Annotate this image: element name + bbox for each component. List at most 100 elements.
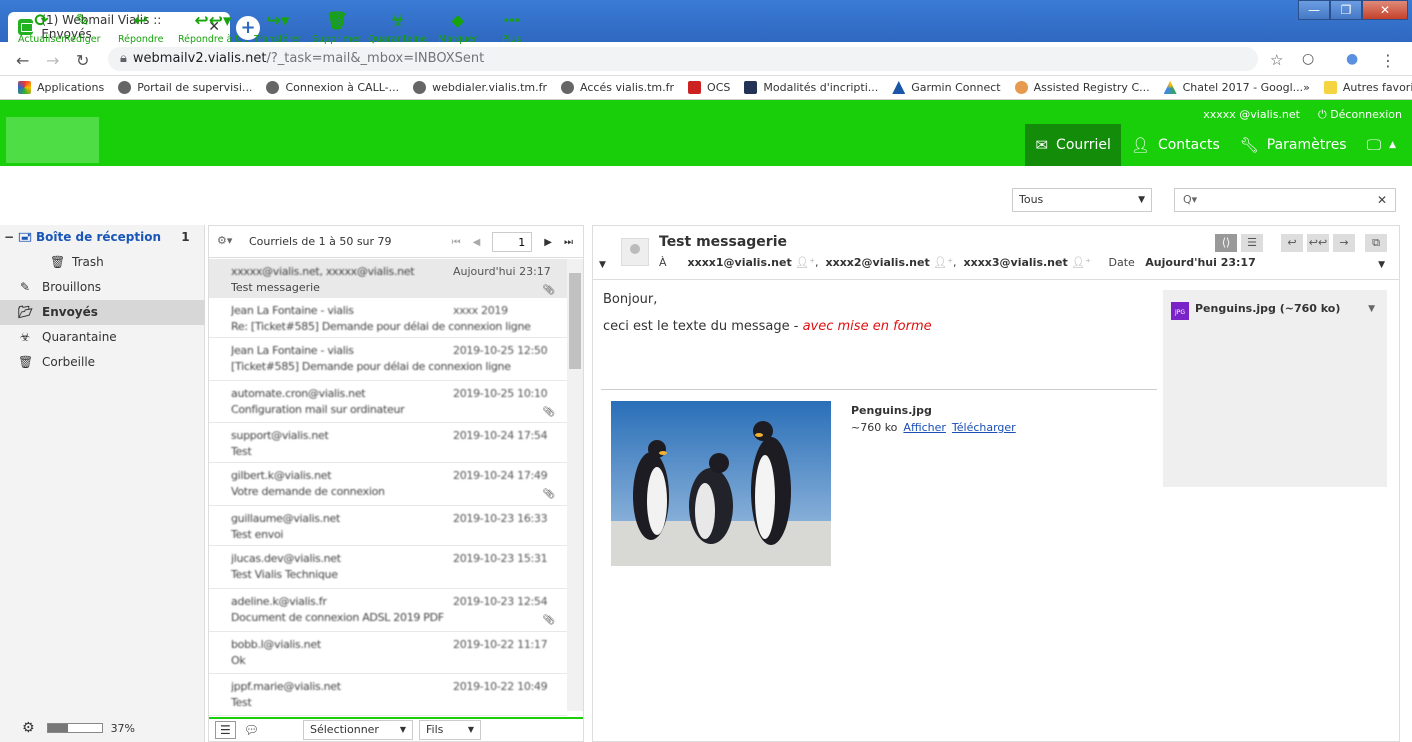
table-row[interactable]: gilbert.k@vialis.net 2019-10-24 17:49 Votr… bbox=[209, 463, 567, 506]
gear-icon[interactable]: ⚙ bbox=[22, 720, 35, 736]
bookmarks-more[interactable]: » bbox=[1303, 81, 1310, 94]
view-attachment-link[interactable]: Afficher bbox=[903, 421, 945, 434]
folder-sent[interactable]: 📂︎ Envoyés bbox=[0, 300, 205, 325]
bookmark-item[interactable]: Connexion à CALL-... bbox=[266, 81, 399, 94]
folder-drafts[interactable]: ✎ Brouillons bbox=[0, 275, 205, 300]
delete-button[interactable]: 🗑︎ Supprimer bbox=[312, 10, 362, 45]
logout-link[interactable]: ⏻ Déconnexion bbox=[1318, 108, 1402, 122]
add-contact-icon[interactable]: 👤︎⁺ bbox=[795, 256, 815, 269]
nav-settings[interactable]: 🔧︎ Paramètres bbox=[1230, 124, 1357, 166]
recipient[interactable]: xxxx2@vialis.net bbox=[826, 256, 930, 269]
bookmark-item[interactable]: Garmin Connect bbox=[892, 81, 1001, 94]
prev-page-icon[interactable]: ◀ bbox=[473, 237, 481, 248]
reply-all-button[interactable]: ↩↩▾ Répondre à t... bbox=[178, 10, 248, 45]
table-row[interactable]: guillaume@vialis.net 2019-10-23 16:33 Test… bbox=[209, 506, 567, 546]
reply-all-icon[interactable]: ↩↩ bbox=[1307, 234, 1329, 252]
collapse-icon[interactable]: − bbox=[2, 225, 16, 250]
tag-icon: ⬥ bbox=[451, 11, 464, 31]
other-bookmarks[interactable]: Autres favoris bbox=[1323, 81, 1412, 94]
folder-quarantine[interactable]: ☣ Quarantaine bbox=[0, 325, 205, 350]
clear-search-icon[interactable]: ✕ bbox=[1377, 189, 1387, 211]
download-attachment-link[interactable]: Télécharger bbox=[952, 421, 1016, 434]
next-page-icon[interactable]: ▶ bbox=[544, 237, 552, 248]
list-view-icon[interactable]: ☰ bbox=[215, 721, 236, 739]
forward-button[interactable]: ↪▾ Transférer bbox=[254, 10, 302, 45]
table-row[interactable]: bobb.l@vialis.net 2019-10-22 11:17 Ok bbox=[209, 632, 567, 674]
power-icon: ⏻ bbox=[1317, 108, 1331, 121]
bookmark-item[interactable]: webdialer.vialis.tm.fr bbox=[413, 81, 547, 94]
expand-header-icon[interactable]: ▼ bbox=[599, 260, 606, 270]
folder-trash-sub[interactable]: 🗑︎ Trash bbox=[0, 250, 205, 275]
forward-icon[interactable]: → bbox=[46, 51, 59, 70]
apps-grid-icon bbox=[18, 81, 31, 94]
globe-icon bbox=[413, 81, 427, 94]
bookmark-item[interactable]: Modalités d'incripti... bbox=[744, 81, 878, 94]
table-row[interactable]: Jean La Fontaine - vialis 2019-10-25 12:5… bbox=[209, 338, 567, 381]
refresh-button[interactable]: ⟳ Actualiser bbox=[18, 10, 65, 45]
bookmark-item[interactable]: Assisted Registry C... bbox=[1014, 81, 1150, 94]
quarantine-button[interactable]: ☣ Quarantaine bbox=[368, 10, 427, 45]
recipient[interactable]: xxxx1@vialis.net bbox=[688, 256, 792, 269]
add-contact-icon[interactable]: 👤︎⁺ bbox=[933, 256, 953, 269]
folder-bin[interactable]: 🗑︎ Corbeille bbox=[0, 350, 205, 375]
threads-dropdown[interactable]: Fils ▼ bbox=[419, 720, 481, 740]
select-dropdown[interactable]: Sélectionner ▼ bbox=[303, 720, 413, 740]
table-row[interactable]: xxxxx@vialis.net, xxxxx@vialis.net Aujour… bbox=[209, 259, 567, 298]
chevron-down-icon[interactable]: ▼ bbox=[1368, 304, 1375, 314]
table-row[interactable]: jppf.marie@vialis.net 2019-10-22 10:49 Tes… bbox=[209, 674, 567, 716]
table-row[interactable]: automate.cron@vialis.net 2019-10-25 10:10… bbox=[209, 381, 567, 423]
bookmark-item[interactable]: Chatel 2017 - Googl... bbox=[1163, 81, 1303, 94]
nav-contacts[interactable]: 👤︎ Contacts bbox=[1121, 124, 1230, 166]
lock-icon: 🔒︎ bbox=[120, 51, 127, 66]
nav-display[interactable]: 🖵︎ ▲ bbox=[1357, 124, 1412, 166]
filter-select[interactable]: Tous ▼ bbox=[1012, 188, 1152, 212]
top-navigation: ✉ Courriel 👤︎ Contacts 🔧︎ Paramètres 🖵︎ ▲ bbox=[1025, 124, 1412, 166]
list-options-icon[interactable]: ⚙▾ bbox=[217, 234, 232, 247]
bookmark-item[interactable]: Accés vialis.tm.fr bbox=[561, 81, 674, 94]
scrollbar-thumb[interactable] bbox=[569, 273, 581, 369]
row-from: bobb.l@vialis.net bbox=[231, 638, 321, 651]
thread-view-icon[interactable]: 💬︎ bbox=[244, 723, 259, 737]
minimize-icon[interactable]: — bbox=[1298, 0, 1330, 20]
open-window-icon[interactable]: ⧉ bbox=[1365, 234, 1387, 252]
forward-arrow-icon[interactable]: → bbox=[1333, 234, 1355, 252]
maximize-icon[interactable]: ❐ bbox=[1330, 0, 1362, 20]
page-input[interactable] bbox=[492, 232, 533, 252]
back-icon[interactable]: ← bbox=[16, 51, 29, 70]
list-scrollbar[interactable] bbox=[567, 259, 583, 711]
table-row[interactable]: support@vialis.net 2019-10-24 17:54 Test bbox=[209, 423, 567, 463]
source-view-icon[interactable]: ⟨⟩ bbox=[1215, 234, 1237, 252]
reply-icon[interactable]: ↩ bbox=[1281, 234, 1303, 252]
window-close-icon[interactable]: ✕ bbox=[1362, 0, 1408, 20]
row-date: 2019-10-23 15:31 bbox=[453, 552, 548, 565]
bookmark-apps[interactable]: Applications bbox=[18, 81, 104, 94]
reload-icon[interactable]: ↻ bbox=[76, 51, 89, 70]
more-options-icon[interactable]: ▼ bbox=[1378, 260, 1385, 270]
url-field[interactable]: 🔒︎ webmailv2.vialis.net/?_task=mail&_mbox… bbox=[108, 47, 1258, 71]
nav-mail[interactable]: ✉ Courriel bbox=[1025, 124, 1121, 166]
reply-button[interactable]: ↩ Répondre bbox=[118, 10, 163, 45]
star-icon[interactable]: ☆ bbox=[1270, 51, 1283, 69]
text-view-icon[interactable]: ☰ bbox=[1241, 234, 1263, 252]
address-bar: ← → ↻ 🔒︎ webmailv2.vialis.net/?_task=mail… bbox=[0, 42, 1412, 76]
extension-icon[interactable]: ○ bbox=[1302, 51, 1314, 67]
add-contact-icon[interactable]: 👤︎⁺ bbox=[1071, 256, 1091, 269]
profile-icon[interactable]: ● bbox=[1346, 51, 1358, 67]
menu-icon[interactable]: ⋮ bbox=[1380, 51, 1396, 70]
mark-button[interactable]: ⬥ Marquer bbox=[438, 10, 478, 45]
attachment-list-item[interactable]: Penguins.jpg (~760 ko) bbox=[1195, 302, 1340, 315]
table-row[interactable]: jlucas.dev@vialis.net 2019-10-23 15:31 Tes… bbox=[209, 546, 567, 589]
folder-inbox[interactable]: − 🖃︎ Boîte de réception 1 bbox=[0, 225, 205, 250]
recipient[interactable]: xxxx3@vialis.net bbox=[964, 256, 1068, 269]
row-subject: Test bbox=[231, 445, 252, 458]
last-page-icon[interactable]: ⏭ bbox=[564, 237, 573, 248]
bookmark-item[interactable]: Portail de supervisi... bbox=[118, 81, 252, 94]
table-row[interactable]: adeline.k@vialis.fr 2019-10-23 12:54 Docum… bbox=[209, 589, 567, 632]
first-page-icon[interactable]: ⏮ bbox=[452, 237, 461, 248]
attachment-image[interactable] bbox=[611, 401, 831, 566]
table-row[interactable]: Jean La Fontaine - vialis xxxx 2019 Re: [T… bbox=[209, 298, 567, 338]
bookmark-item[interactable]: OCS bbox=[688, 81, 730, 94]
compose-button[interactable]: ✎ Rédiger bbox=[64, 10, 100, 45]
search-input[interactable]: Q▾ ✕ bbox=[1174, 188, 1396, 212]
more-button[interactable]: ⋯ Plus bbox=[502, 10, 521, 45]
